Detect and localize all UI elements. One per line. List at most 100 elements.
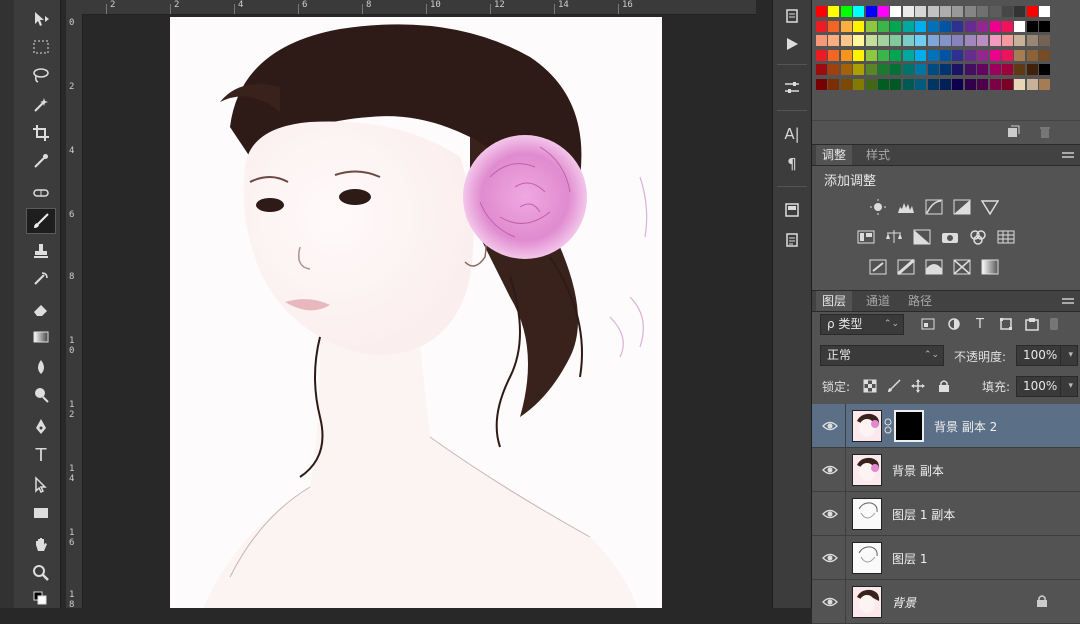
toolbar-grip[interactable] [0, 0, 14, 608]
history-panel-button[interactable] [779, 4, 805, 28]
opacity-dropdown[interactable]: ▾ [1060, 345, 1078, 366]
color-swatch[interactable] [977, 6, 989, 17]
color-swatch[interactable] [853, 35, 865, 47]
layer-row[interactable]: 背景 [812, 580, 1080, 624]
path-select-tool[interactable] [26, 472, 56, 498]
blur-tool[interactable] [26, 354, 56, 380]
color-swatch[interactable] [940, 79, 951, 90]
color-swatch[interactable] [1026, 49, 1038, 61]
tab-layers[interactable]: 图层 [816, 291, 853, 311]
color-swatch[interactable] [915, 20, 927, 32]
color-swatch[interactable] [915, 35, 927, 47]
color-swatch[interactable] [890, 6, 902, 17]
color-swatch[interactable] [989, 49, 1001, 61]
color-swatch[interactable] [1026, 79, 1038, 90]
color-swatch[interactable] [902, 79, 914, 90]
document-canvas[interactable] [170, 17, 662, 608]
threshold-button[interactable] [924, 258, 944, 276]
color-swatch[interactable] [902, 6, 914, 17]
layer-name[interactable]: 图层 1 副本 [892, 506, 955, 523]
color-swatch[interactable] [828, 64, 840, 76]
color-swatch[interactable] [865, 49, 877, 61]
vibrance-adjust-button[interactable] [980, 198, 1000, 216]
history-brush-tool[interactable] [26, 266, 56, 292]
color-swatch[interactable] [828, 20, 840, 32]
eyedropper-tool[interactable] [26, 148, 56, 174]
tab-paths[interactable]: 路径 [902, 291, 938, 311]
color-swatch[interactable] [1014, 35, 1026, 47]
trash-icon[interactable] [1038, 125, 1052, 139]
color-swatch[interactable] [865, 35, 877, 47]
color-swatch[interactable] [890, 49, 902, 61]
color-swatch[interactable] [1039, 35, 1051, 47]
filter-type-button[interactable]: T [972, 316, 988, 332]
opacity-input[interactable]: 100% [1016, 345, 1066, 366]
color-swatch[interactable] [927, 49, 939, 61]
character-panel-button[interactable]: A| [779, 122, 805, 146]
hue-saturation-button[interactable] [856, 228, 876, 246]
color-swatch[interactable] [816, 20, 827, 32]
color-swatch[interactable] [1039, 6, 1051, 17]
paragraph-panel-button[interactable]: ¶ [779, 152, 805, 176]
lock-position-button[interactable] [910, 378, 926, 394]
color-swatch[interactable] [915, 6, 927, 17]
color-swatch[interactable] [915, 79, 927, 90]
color-swatch[interactable] [902, 49, 914, 61]
panel-menu-icon[interactable] [1062, 152, 1074, 158]
fill-dropdown[interactable]: ▾ [1060, 376, 1078, 397]
layer-mask-thumbnail[interactable] [894, 410, 924, 442]
color-swatch[interactable] [927, 79, 939, 90]
brightness-adjust-button[interactable] [868, 198, 888, 216]
layer-row[interactable]: 图层 1 副本 [812, 492, 1080, 536]
color-swatch[interactable] [890, 35, 902, 47]
color-swatch[interactable] [989, 20, 1001, 32]
color-swatch[interactable] [927, 20, 939, 32]
levels-adjust-button[interactable] [896, 198, 916, 216]
color-swatch[interactable] [1014, 6, 1026, 17]
color-swatch[interactable] [915, 64, 927, 76]
color-swatch[interactable] [878, 64, 889, 76]
black-white-button[interactable] [912, 228, 932, 246]
color-swatch[interactable] [853, 20, 865, 32]
filter-toggle[interactable] [1050, 318, 1058, 330]
stamp-tool[interactable] [26, 238, 56, 264]
color-swatch[interactable] [902, 20, 914, 32]
info-panel-button[interactable] [779, 228, 805, 252]
color-swatch[interactable] [1026, 6, 1038, 17]
color-swatch[interactable] [890, 64, 902, 76]
visibility-toggle[interactable] [812, 536, 846, 580]
color-swatch[interactable] [915, 49, 927, 61]
color-swatch[interactable] [964, 64, 976, 76]
invert-button[interactable] [868, 258, 888, 276]
layer-filter-select[interactable]: ρ 类型 ⌃⌄ [820, 314, 904, 335]
visibility-toggle[interactable] [812, 404, 846, 448]
channel-mixer-button[interactable] [968, 228, 988, 246]
color-swatch[interactable] [989, 79, 1001, 90]
move-tool[interactable] [26, 6, 56, 32]
layer-name[interactable]: 图层 1 [892, 550, 927, 567]
color-swatch[interactable] [828, 79, 840, 90]
color-swatch[interactable] [816, 6, 827, 17]
crop-tool[interactable] [26, 120, 56, 146]
color-swatch[interactable] [865, 64, 877, 76]
visibility-toggle[interactable] [812, 448, 846, 492]
color-swatch[interactable] [1039, 49, 1051, 61]
color-swatch[interactable] [977, 64, 989, 76]
color-swatch[interactable] [1014, 64, 1026, 76]
visibility-toggle[interactable] [812, 580, 846, 624]
color-swatch[interactable] [1002, 6, 1013, 17]
color-swatch[interactable] [840, 49, 852, 61]
tab-adjustments[interactable]: 调整 [816, 145, 853, 165]
lock-pixels-button[interactable] [886, 378, 902, 394]
color-swatch[interactable] [828, 6, 840, 17]
color-swatch[interactable] [977, 35, 989, 47]
color-swatch[interactable] [890, 79, 902, 90]
color-swatch[interactable] [1014, 49, 1026, 61]
color-swatch[interactable] [1039, 79, 1051, 90]
color-swatch[interactable] [840, 6, 852, 17]
color-swatch[interactable] [952, 35, 964, 47]
color-swatch[interactable] [816, 79, 827, 90]
color-swatch[interactable] [952, 49, 964, 61]
default-colors-button[interactable] [26, 588, 56, 606]
vertical-ruler[interactable]: 0 2 4 6 8 10 12 14 16 18 [66, 14, 83, 608]
